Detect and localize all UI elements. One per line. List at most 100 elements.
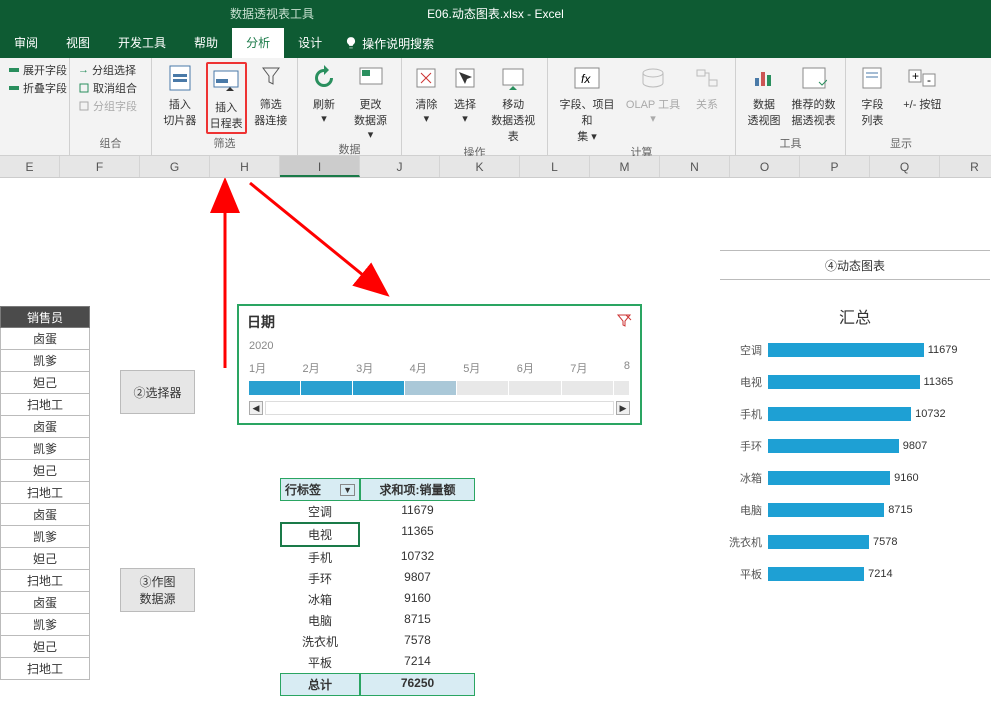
clear-button[interactable]: 清除▾	[410, 62, 443, 125]
ribbon: 展开字段 折叠字段 →分组选择 取消组合 分组字段 组合 插入切片器 插入日程表…	[0, 58, 991, 156]
collapse-field[interactable]: 折叠字段	[8, 80, 78, 96]
chart-value-label: 11365	[924, 376, 954, 388]
tab-dev[interactable]: 开发工具	[104, 28, 180, 58]
timeline-icon	[212, 67, 240, 95]
change-datasource-button[interactable]: 更改数据源▾	[348, 62, 393, 141]
timeline-slicer[interactable]: 日期 2020 1月2月3月4月5月6月7月8 ◀ ▶	[237, 304, 642, 425]
sales-cell[interactable]: 妲己	[0, 636, 90, 658]
pivot-row-label[interactable]: 洗衣机	[280, 631, 360, 652]
col-header-Q[interactable]: Q	[870, 156, 940, 177]
filter-connection-button[interactable]: 筛选器连接	[253, 62, 289, 128]
pivot-row-value[interactable]: 10732	[360, 547, 475, 568]
clear-icon	[414, 66, 438, 90]
timeline-month[interactable]: 2月	[303, 360, 320, 376]
group-group-label: 组合	[78, 135, 143, 151]
pivot-row-value[interactable]: 7578	[360, 631, 475, 652]
timeline-clear-icon[interactable]	[616, 313, 632, 332]
pivot-row-label[interactable]: 手环	[280, 568, 360, 589]
ungroup-icon	[78, 82, 90, 94]
col-header-G[interactable]: G	[140, 156, 210, 177]
group-field[interactable]: 分组字段	[78, 98, 154, 114]
sales-cell[interactable]: 凯爹	[0, 614, 90, 636]
timeline-month[interactable]: 3月	[356, 360, 373, 376]
sales-cell[interactable]: 凯爹	[0, 526, 90, 548]
sales-cell[interactable]: 卤蛋	[0, 416, 90, 438]
timeline-year: 2020	[239, 338, 640, 354]
pivot-row-value[interactable]: 11365	[360, 522, 475, 547]
col-header-L[interactable]: L	[520, 156, 590, 177]
col-header-N[interactable]: N	[660, 156, 730, 177]
pivot-row-label[interactable]: 手机	[280, 547, 360, 568]
timeline-month[interactable]: 1月	[249, 360, 266, 376]
col-header-I[interactable]: I	[280, 156, 360, 177]
calc-field-button[interactable]: fx 字段、项目和集 ▾	[556, 62, 618, 144]
expand-field[interactable]: 展开字段	[8, 62, 78, 78]
pivot-row-label[interactable]: 平板	[280, 652, 360, 673]
insert-timeline-button[interactable]: 插入日程表	[206, 62, 247, 134]
timeline-range-bar[interactable]	[249, 381, 630, 395]
col-header-F[interactable]: F	[60, 156, 140, 177]
tab-view[interactable]: 视图	[52, 28, 104, 58]
select-button[interactable]: 选择▾	[449, 62, 482, 125]
col-header-R[interactable]: R	[940, 156, 991, 177]
refresh-button[interactable]: 刷新▾	[306, 62, 342, 125]
sales-cell[interactable]: 卤蛋	[0, 504, 90, 526]
tab-help[interactable]: 帮助	[180, 28, 232, 58]
sales-cell[interactable]: 扫地工	[0, 570, 90, 592]
col-header-H[interactable]: H	[210, 156, 280, 177]
pivot-row-value[interactable]: 7214	[360, 652, 475, 673]
sales-cell[interactable]: 妲己	[0, 548, 90, 570]
worksheet-area[interactable]: EFGHIJKLMNOPQR 销售员 卤蛋凯爹妲己扫地工卤蛋凯爹妲己扫地工卤蛋凯…	[0, 156, 991, 723]
timeline-scrollbar[interactable]: ◀ ▶	[249, 401, 630, 415]
insert-slicer-button[interactable]: 插入切片器	[160, 62, 200, 128]
sales-cell[interactable]: 扫地工	[0, 482, 90, 504]
dropdown-icon[interactable]: ▼	[340, 484, 355, 496]
field-list-button[interactable]: 字段列表	[854, 62, 891, 128]
col-header-J[interactable]: J	[360, 156, 440, 177]
pivot-table[interactable]: 行标签▼ 求和项:销量额 空调11679电视11365手机10732手环9807…	[280, 478, 485, 696]
sales-cell[interactable]: 卤蛋	[0, 592, 90, 614]
olap-button: OLAP 工具▾	[624, 62, 682, 125]
col-header-K[interactable]: K	[440, 156, 520, 177]
sales-cell[interactable]: 凯爹	[0, 438, 90, 460]
pivot-row-label[interactable]: 空调	[280, 501, 360, 522]
recommended-pivot-button[interactable]: 推荐的数据透视表	[790, 62, 837, 128]
col-header-E[interactable]: E	[0, 156, 60, 177]
slicer-icon	[166, 64, 194, 92]
sales-cell[interactable]: 扫地工	[0, 658, 90, 680]
sales-cell[interactable]: 卤蛋	[0, 328, 90, 350]
timeline-month[interactable]: 5月	[463, 360, 480, 376]
pivot-row-label[interactable]: 电视	[280, 522, 360, 547]
pivot-row-value[interactable]: 9160	[360, 589, 475, 610]
tab-review[interactable]: 审阅	[0, 28, 52, 58]
scroll-right-icon[interactable]: ▶	[616, 401, 630, 415]
pivot-chart-button[interactable]: 数据透视图	[744, 62, 784, 128]
pivot-row-value[interactable]: 8715	[360, 610, 475, 631]
sales-cell[interactable]: 妲己	[0, 460, 90, 482]
context-tool-tab: 数据透视表工具	[210, 0, 334, 28]
move-pivot-button[interactable]: 移动数据透视表	[487, 62, 539, 144]
col-header-M[interactable]: M	[590, 156, 660, 177]
pivot-row-label[interactable]: 冰箱	[280, 589, 360, 610]
sales-cell[interactable]: 凯爹	[0, 350, 90, 372]
timeline-month[interactable]: 8	[624, 360, 630, 376]
sales-cell[interactable]: 扫地工	[0, 394, 90, 416]
file-title: E06.动态图表.xlsx - Excel	[427, 7, 564, 21]
timeline-month[interactable]: 6月	[517, 360, 534, 376]
tab-design[interactable]: 设计	[284, 28, 336, 58]
group-cancel[interactable]: 取消组合	[78, 80, 154, 96]
sales-cell[interactable]: 妲己	[0, 372, 90, 394]
timeline-month[interactable]: 7月	[570, 360, 587, 376]
tell-me-search[interactable]: 操作说明搜索	[344, 35, 434, 52]
tab-analyze[interactable]: 分析	[232, 28, 284, 58]
plus-minus-button[interactable]: +- +/- 按钮	[897, 62, 948, 112]
scroll-left-icon[interactable]: ◀	[249, 401, 263, 415]
pivot-row-value[interactable]: 9807	[360, 568, 475, 589]
col-header-P[interactable]: P	[800, 156, 870, 177]
pivot-row-value[interactable]: 11679	[360, 501, 475, 522]
group-select[interactable]: →分组选择	[78, 62, 154, 78]
pivot-row-label[interactable]: 电脑	[280, 610, 360, 631]
col-header-O[interactable]: O	[730, 156, 800, 177]
chart-category-label: 冰箱	[720, 470, 768, 486]
timeline-month[interactable]: 4月	[410, 360, 427, 376]
